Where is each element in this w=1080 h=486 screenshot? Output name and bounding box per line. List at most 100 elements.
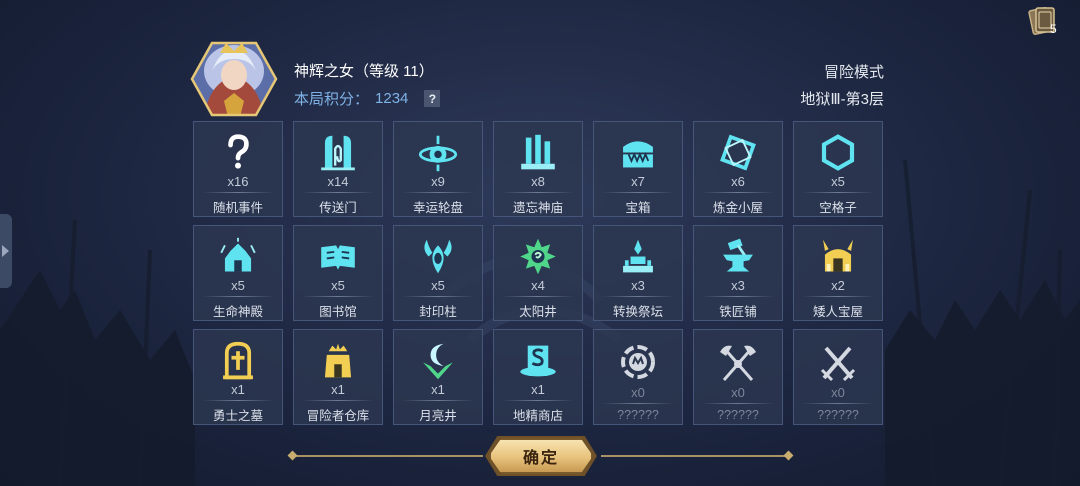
event-cell-library[interactable]: x5 图书馆	[293, 225, 383, 321]
event-count: x3	[731, 278, 745, 294]
divider	[202, 400, 274, 401]
divider	[202, 296, 274, 297]
altar-icon	[623, 239, 653, 273]
event-cell-seal-pillar[interactable]: x5 封印柱	[393, 225, 483, 321]
event-count: x14	[327, 174, 349, 190]
event-count: x5	[231, 278, 245, 294]
life-shrine-icon	[220, 237, 256, 272]
event-count: x7	[631, 174, 645, 190]
event-count: x1	[231, 382, 245, 398]
alchemy-icon	[720, 134, 756, 171]
hero-portrait	[190, 41, 278, 117]
event-name: 传送门	[319, 201, 357, 215]
empty-hexagon-icon	[821, 134, 855, 171]
event-cell-random[interactable]: x16 随机事件	[193, 121, 283, 217]
event-cell-warrior-tomb[interactable]: x1 勇士之墓	[193, 329, 283, 425]
event-cell-empty[interactable]: x5 空格子	[793, 121, 883, 217]
dwarf-vault-icon	[823, 239, 853, 272]
event-name: 随机事件	[212, 201, 263, 215]
event-cell-unknown-3[interactable]: x0 ??????	[793, 329, 883, 425]
event-count: x4	[531, 278, 545, 294]
event-count: x1	[331, 382, 345, 398]
event-name: 月亮井	[419, 409, 457, 423]
side-expand-tab[interactable]	[0, 214, 12, 288]
event-count: x5	[331, 278, 345, 294]
score-help-button[interactable]: ?	[424, 90, 441, 107]
divider	[202, 192, 274, 193]
event-grid: x16 随机事件 x14 传送门 x9 幸运轮盘 x8 遗忘神庙 x7 宝箱 x…	[193, 121, 887, 425]
event-name: 铁匠铺	[719, 305, 757, 319]
event-cell-alchemy[interactable]: x6 炼金小屋	[693, 121, 783, 217]
event-cell-sun-well[interactable]: x4 太阳井	[493, 225, 583, 321]
event-name: 遗忘神庙	[512, 201, 563, 215]
mode-label: 冒险模式	[823, 64, 884, 81]
divider	[602, 192, 674, 193]
question-mark-icon	[228, 134, 249, 169]
divider	[702, 296, 774, 297]
event-cell-dwarf-vault[interactable]: x2 矮人宝屋	[793, 225, 883, 321]
event-cell-unknown-1[interactable]: x0 ??????	[593, 329, 683, 425]
divider	[502, 400, 574, 401]
event-cell-goblin-shop[interactable]: x1 地精商店	[493, 329, 583, 425]
temple-icon	[521, 134, 555, 170]
event-name: 冒险者仓库	[306, 409, 370, 423]
event-count: x6	[731, 174, 745, 190]
event-count: x0	[831, 385, 845, 400]
event-cell-blacksmith[interactable]: x3 铁匠铺	[693, 225, 783, 321]
event-name: 宝箱	[625, 201, 651, 215]
score-label: 本局积分：	[294, 91, 370, 108]
event-name: 幸运轮盘	[412, 201, 463, 215]
book-icon	[321, 245, 355, 270]
event-name: 太阳井	[519, 305, 557, 319]
goblin-shop-icon	[520, 345, 556, 377]
event-cell-forgotten-temple[interactable]: x8 遗忘神庙	[493, 121, 583, 217]
event-cell-moon-well[interactable]: x1 月亮井	[393, 329, 483, 425]
event-count: x5	[431, 278, 445, 294]
divider	[402, 400, 474, 401]
wheel-icon	[418, 135, 458, 172]
swirl-emblem-icon	[621, 345, 655, 379]
event-cell-adventurer-warehouse[interactable]: x1 冒险者仓库	[293, 329, 383, 425]
event-count: x0	[731, 385, 745, 400]
crossed-swords-icon	[820, 346, 856, 382]
event-cell-life-shrine[interactable]: x5 生命神殿	[193, 225, 283, 321]
floor-label: 地狱Ⅲ-第3层	[800, 91, 884, 108]
ornament-line-right	[601, 455, 791, 457]
divider	[702, 403, 774, 404]
confirm-bar: 确定	[287, 436, 794, 476]
moon-well-icon	[423, 343, 453, 380]
event-count: x5	[831, 174, 845, 190]
event-cell-conversion-altar[interactable]: x3 转换祭坛	[593, 225, 683, 321]
divider	[802, 192, 874, 193]
divider	[302, 400, 374, 401]
warehouse-icon	[324, 343, 352, 378]
divider	[802, 403, 874, 404]
event-name: 地精商店	[512, 409, 563, 423]
event-count: x9	[431, 174, 445, 190]
event-count: x8	[531, 174, 545, 190]
ornament-dot-right	[783, 450, 794, 461]
score-value: 1234	[375, 90, 409, 107]
tomb-icon	[223, 341, 253, 380]
event-name: ??????	[817, 408, 859, 422]
event-cell-chest[interactable]: x7 宝箱	[593, 121, 683, 217]
event-cell-portal[interactable]: x14 传送门	[293, 121, 383, 217]
hero-name: 神辉之女（等级 11）	[294, 63, 434, 80]
portal-icon	[321, 135, 355, 171]
divider	[402, 192, 474, 193]
divider	[302, 192, 374, 193]
event-name: 炼金小屋	[712, 201, 763, 215]
event-name: 勇士之墓	[212, 409, 263, 423]
divider	[602, 296, 674, 297]
event-count: x1	[431, 382, 445, 398]
divider	[502, 192, 574, 193]
ornament-dot-left	[287, 450, 298, 461]
seal-pillar-icon	[424, 239, 452, 274]
event-count: x2	[831, 278, 845, 294]
event-cell-wheel[interactable]: x9 幸运轮盘	[393, 121, 483, 217]
event-name: ??????	[717, 408, 759, 422]
confirm-button[interactable]: 确定	[489, 438, 593, 474]
event-name: 图书馆	[319, 305, 357, 319]
ornament-line-left	[293, 455, 483, 457]
event-cell-unknown-2[interactable]: x0 ??????	[693, 329, 783, 425]
